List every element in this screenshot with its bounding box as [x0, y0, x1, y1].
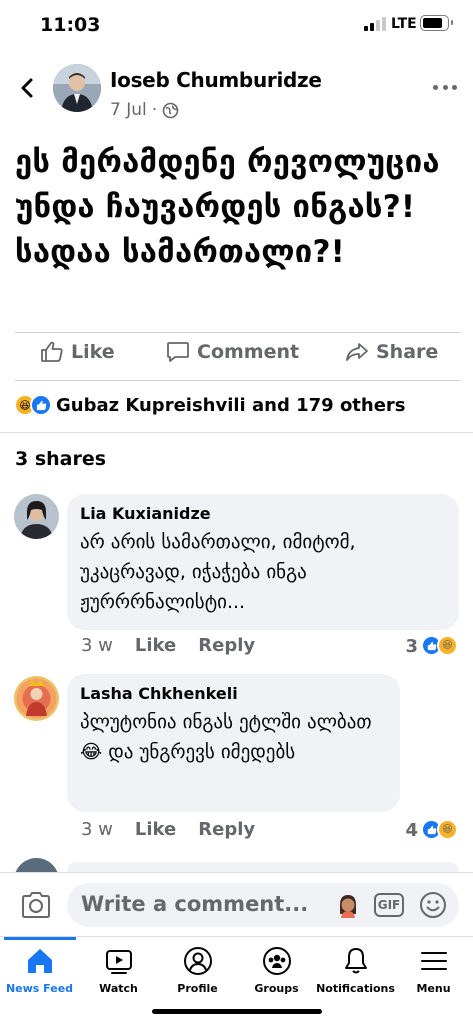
- section-divider: [0, 432, 473, 433]
- tab-label: Watch: [99, 982, 138, 995]
- commenter-name[interactable]: Lia Kuxianidze: [80, 504, 446, 523]
- tab-menu[interactable]: Menu: [394, 937, 473, 1001]
- comment-label: Comment: [197, 341, 300, 363]
- comment-reply-button[interactable]: Reply: [198, 819, 255, 840]
- battery-level: [423, 18, 442, 28]
- comment-composer: Write a comment... GIF: [0, 872, 473, 936]
- tab-notifications[interactable]: Notifications: [316, 937, 395, 1001]
- comment-time: 3 w: [81, 635, 113, 656]
- post-actions: Like Comment Share: [0, 335, 473, 377]
- comment-button[interactable]: Comment: [166, 341, 299, 363]
- like-reaction-icon: [30, 394, 52, 416]
- watch-icon: [105, 950, 132, 974]
- home-icon: [27, 949, 52, 973]
- meta-separator: ·: [151, 100, 158, 120]
- comment-like-button[interactable]: Like: [135, 635, 176, 656]
- menu-icon: [420, 952, 447, 970]
- gif-icon[interactable]: GIF: [374, 893, 404, 917]
- thumbs-up-icon: [41, 341, 63, 362]
- comment-reaction-icons: 😆: [421, 635, 459, 657]
- share-icon: [346, 343, 368, 361]
- like-label: Like: [71, 341, 115, 363]
- network-type: LTE: [391, 16, 417, 32]
- comment-text-start: პლუტონია ინგას ეტლში ალბათ: [80, 711, 372, 733]
- back-arrow-icon[interactable]: [14, 74, 42, 102]
- reactions-summary[interactable]: 😆 Gubaz Kupreishvili and 179 others: [14, 390, 406, 420]
- comment-text: პლუტონია ინგას ეტლში ალბათ 😂 და უნგრევს …: [80, 707, 387, 767]
- comment-reply-button[interactable]: Reply: [198, 635, 255, 656]
- battery-icon: [420, 15, 453, 31]
- share-button[interactable]: Share: [345, 341, 438, 363]
- reaction-icons: 😆: [14, 394, 54, 416]
- comment-reactions[interactable]: 4 😆: [405, 819, 459, 841]
- haha-reaction-icon: 😆: [437, 819, 458, 840]
- avatar-sticker-icon[interactable]: [335, 892, 361, 918]
- comment-reaction-count: 3: [405, 635, 418, 657]
- like-button[interactable]: Like: [40, 341, 115, 363]
- post-header: Ioseb Chumburidze 7 Jul ·: [0, 60, 473, 130]
- comment-icon: [167, 342, 189, 362]
- comment-reactions[interactable]: 3 😆: [405, 635, 459, 657]
- more-options-icon[interactable]: [433, 82, 457, 92]
- emoji-icon[interactable]: [419, 891, 447, 919]
- haha-reaction-icon: 😆: [437, 635, 458, 656]
- comment-reaction-count: 4: [405, 819, 418, 841]
- post-meta: 7 Jul ·: [110, 100, 179, 120]
- comment-input[interactable]: Write a comment... GIF: [67, 883, 459, 927]
- home-indicator: [152, 1009, 322, 1014]
- divider: [15, 332, 460, 333]
- comment-placeholder: Write a comment...: [81, 892, 309, 916]
- author-avatar[interactable]: [53, 64, 101, 112]
- author-name[interactable]: Ioseb Chumburidze: [110, 68, 322, 92]
- tab-news-feed[interactable]: News Feed: [0, 937, 79, 1001]
- comment-reaction-icons: 😆: [421, 819, 459, 841]
- comment-bubble[interactable]: Lia Kuxianidze არ არის სამართალი, იმიტომ…: [67, 494, 459, 630]
- tab-groups[interactable]: Groups: [237, 937, 316, 1001]
- commenter-name[interactable]: Lasha Chkhenkeli: [80, 684, 387, 703]
- tab-watch[interactable]: Watch: [79, 937, 158, 1001]
- comment-meta: 3 w Like Reply: [81, 819, 277, 840]
- comment-bubble[interactable]: Lasha Chkhenkeli პლუტონია ინგას ეტლში ალ…: [67, 674, 400, 812]
- bell-icon: [344, 948, 367, 974]
- tab-label: News Feed: [5, 982, 74, 995]
- signal-icon: [364, 17, 386, 31]
- tab-label: Profile: [177, 982, 218, 995]
- status-time: 11:03: [40, 14, 101, 36]
- profile-icon: [183, 947, 212, 975]
- tab-label: Menu: [416, 982, 451, 995]
- status-bar: 11:03 LTE: [0, 0, 473, 50]
- share-label: Share: [376, 341, 439, 363]
- comment-meta: 3 w Like Reply: [81, 635, 277, 656]
- divider: [15, 380, 460, 381]
- post-date[interactable]: 7 Jul: [110, 100, 147, 120]
- globe-icon: [162, 102, 179, 118]
- shares-count[interactable]: 3 shares: [15, 448, 106, 470]
- comment-like-button[interactable]: Like: [135, 819, 176, 840]
- laughing-emoji: 😂: [80, 741, 103, 763]
- groups-icon: [262, 947, 291, 975]
- tab-profile[interactable]: Profile: [158, 937, 237, 1001]
- commenter-avatar[interactable]: [14, 494, 59, 539]
- tab-label: Notifications: [316, 982, 395, 995]
- comment-text: არ არის სამართალი, იმიტომ, უკაცრავად, იჭ…: [80, 531, 356, 613]
- tab-label: Groups: [254, 982, 299, 995]
- post-text: ეს მერამდენე რევოლუცია უნდა ჩაუვარდეს ინ…: [15, 144, 440, 270]
- reactions-text: Gubaz Kupreishvili and 179 others: [56, 394, 406, 416]
- commenter-avatar[interactable]: [14, 676, 59, 721]
- camera-icon[interactable]: [20, 891, 52, 919]
- comment-time: 3 w: [81, 819, 113, 840]
- comment-text-end: და უნგრევს იმედებს: [102, 741, 296, 763]
